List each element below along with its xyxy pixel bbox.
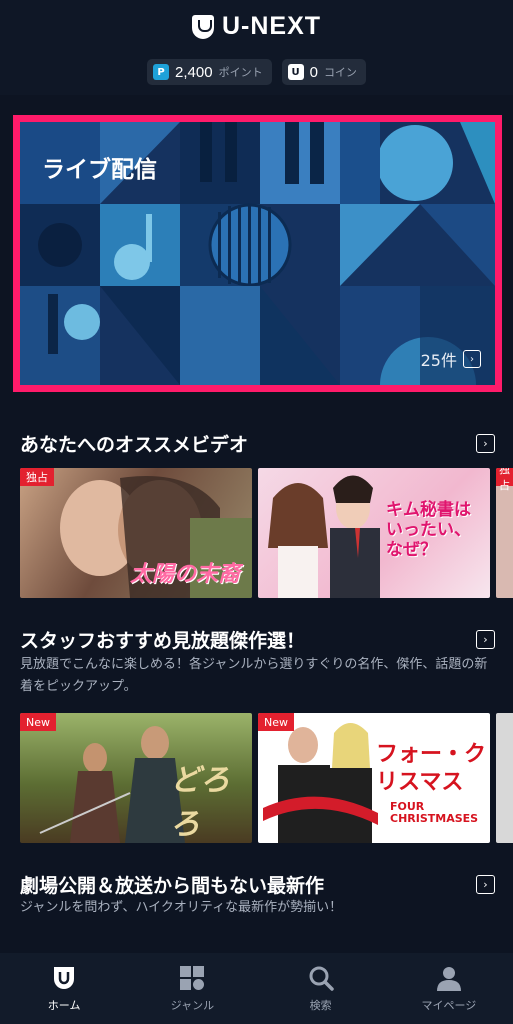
nav-home[interactable]: ホーム — [0, 953, 128, 1024]
thumbnail-subtitle: FOUR CHRISTMASES — [390, 800, 479, 825]
chevron-right-icon[interactable]: › — [476, 434, 495, 453]
nav-label: マイページ — [421, 998, 477, 1012]
home-icon — [51, 965, 77, 991]
exclusive-badge: 独占 — [496, 468, 513, 492]
bottom-navigation: ホーム ジャンル 検索 マイページ — [0, 953, 513, 1024]
coins-value: 0 — [309, 63, 318, 81]
mypage-icon — [436, 965, 462, 991]
thumbnail-title: どろろ — [170, 763, 230, 842]
genre-icon — [179, 965, 205, 991]
section-title: 劇場公開＆放送から間もない最新作 — [20, 875, 325, 897]
points-badge[interactable]: P 2,400 ポイント — [147, 59, 272, 85]
section-staff-picks-header[interactable]: スタッフおすすめ見放題傑作選！ › — [20, 626, 495, 653]
nav-label: ホーム — [47, 998, 81, 1012]
section-description: ジャンルを問わず、ハイクオリティな最新作が勢揃い！ — [20, 900, 343, 915]
search-icon — [308, 965, 334, 991]
video-thumbnail[interactable]: キム秘書はいったい、なぜ？ — [258, 468, 490, 598]
points-value: 2,400 — [175, 63, 213, 81]
nav-search[interactable]: 検索 — [257, 953, 385, 1024]
banner-count[interactable]: 25件 › — [421, 347, 481, 371]
point-icon: P — [153, 64, 170, 80]
section-title: あなたへのオススメビデオ — [20, 434, 249, 456]
staff-picks-row: New どろろ New フォー・クリスマス FOUR CHRISTMASES — [20, 713, 513, 843]
live-stream-banner[interactable]: ライブ配信 25件 › — [13, 115, 502, 392]
video-thumbnail-partial[interactable] — [496, 713, 513, 843]
thumbnail-title: キム秘書はいったい、なぜ？ — [386, 500, 471, 560]
nav-label: 検索 — [309, 998, 332, 1012]
section-title: スタッフおすすめ見放題傑作選！ — [20, 630, 306, 652]
nav-genre[interactable]: ジャンル — [128, 953, 256, 1024]
video-thumbnail[interactable]: New どろろ — [20, 713, 252, 843]
thumbnail-title: フォー・クリスマス — [376, 742, 487, 795]
section-latest-header[interactable]: 劇場公開＆放送から間もない最新作 › — [20, 871, 495, 898]
coins-unit: コイン — [323, 66, 357, 79]
new-badge: New — [258, 713, 294, 731]
banner-count-text: 25件 — [420, 351, 457, 370]
coin-icon: U — [287, 64, 304, 80]
section-recommended-header[interactable]: あなたへのオススメビデオ › — [20, 430, 495, 457]
banner-title: ライブ配信 — [42, 157, 157, 183]
thumbnail-title: 太陽の末裔 — [130, 562, 241, 587]
app-header: U-NEXT P 2,400 ポイント U 0 コイン — [0, 0, 513, 95]
unext-logo-icon — [191, 14, 214, 39]
video-thumbnail[interactable]: 独占 太陽の末裔 — [20, 468, 252, 598]
video-thumbnail[interactable]: New フォー・クリスマス FOUR CHRISTMASES — [258, 713, 490, 843]
video-thumbnail-partial[interactable]: 独占 — [496, 468, 513, 598]
new-badge: New — [20, 713, 56, 731]
logo-text: U-NEXT — [221, 12, 322, 40]
logo[interactable]: U-NEXT — [0, 12, 513, 41]
exclusive-badge: 独占 — [20, 468, 54, 486]
section-description: 見放題でこんなに楽しめる！各ジャンルから選りすぐりの名作、傑作、話題の新着をピッ… — [20, 657, 488, 694]
chevron-right-icon[interactable]: › — [476, 630, 495, 649]
nav-label: ジャンル — [170, 998, 215, 1012]
chevron-right-icon: › — [463, 350, 481, 368]
coins-badge[interactable]: U 0 コイン — [281, 59, 366, 85]
nav-mypage[interactable]: マイページ — [385, 953, 513, 1024]
recommended-row: 独占 太陽の末裔 キム秘書はいったい、なぜ？ 独占 — [20, 468, 513, 598]
chevron-right-icon[interactable]: › — [476, 875, 495, 894]
points-unit: ポイント — [218, 66, 263, 79]
